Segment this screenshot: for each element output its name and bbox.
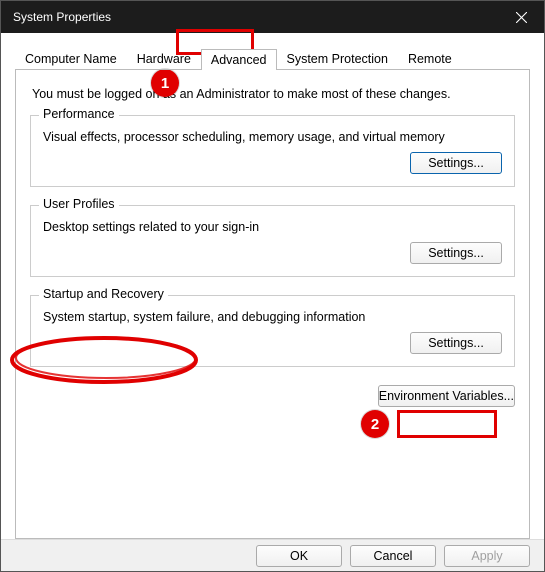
tab-remote[interactable]: Remote [398,48,462,69]
ok-button[interactable]: OK [256,545,342,567]
system-properties-window: System Properties Computer Name Hardware… [0,0,545,572]
dialog-footer: OK Cancel Apply [1,539,544,571]
close-icon [516,12,527,23]
tab-hardware[interactable]: Hardware [127,48,201,69]
tab-system-protection[interactable]: System Protection [277,48,398,69]
performance-description: Visual effects, processor scheduling, me… [43,130,502,144]
tab-computer-name[interactable]: Computer Name [15,48,127,69]
legend-user-profiles: User Profiles [39,197,119,211]
close-button[interactable] [498,1,544,33]
legend-performance: Performance [39,107,119,121]
startup-recovery-description: System startup, system failure, and debu… [43,310,502,324]
intro-text: You must be logged on as an Administrato… [32,87,515,101]
advanced-pane: You must be logged on as an Administrato… [15,69,530,539]
group-performance: Performance Visual effects, processor sc… [30,115,515,187]
environment-variables-button[interactable]: Environment Variables... [378,385,515,407]
user-profiles-settings-button[interactable]: Settings... [410,242,502,264]
group-startup-recovery: Startup and Recovery System startup, sys… [30,295,515,367]
performance-settings-button[interactable]: Settings... [410,152,502,174]
titlebar: System Properties [1,1,544,33]
apply-button[interactable]: Apply [444,545,530,567]
legend-startup-recovery: Startup and Recovery [39,287,168,301]
dialog-body: Computer Name Hardware Advanced System P… [1,33,544,539]
tab-advanced[interactable]: Advanced [201,49,277,70]
startup-recovery-settings-button[interactable]: Settings... [410,332,502,354]
window-title: System Properties [13,10,498,24]
cancel-button[interactable]: Cancel [350,545,436,567]
group-user-profiles: User Profiles Desktop settings related t… [30,205,515,277]
tab-strip: Computer Name Hardware Advanced System P… [15,47,530,69]
user-profiles-description: Desktop settings related to your sign-in [43,220,502,234]
